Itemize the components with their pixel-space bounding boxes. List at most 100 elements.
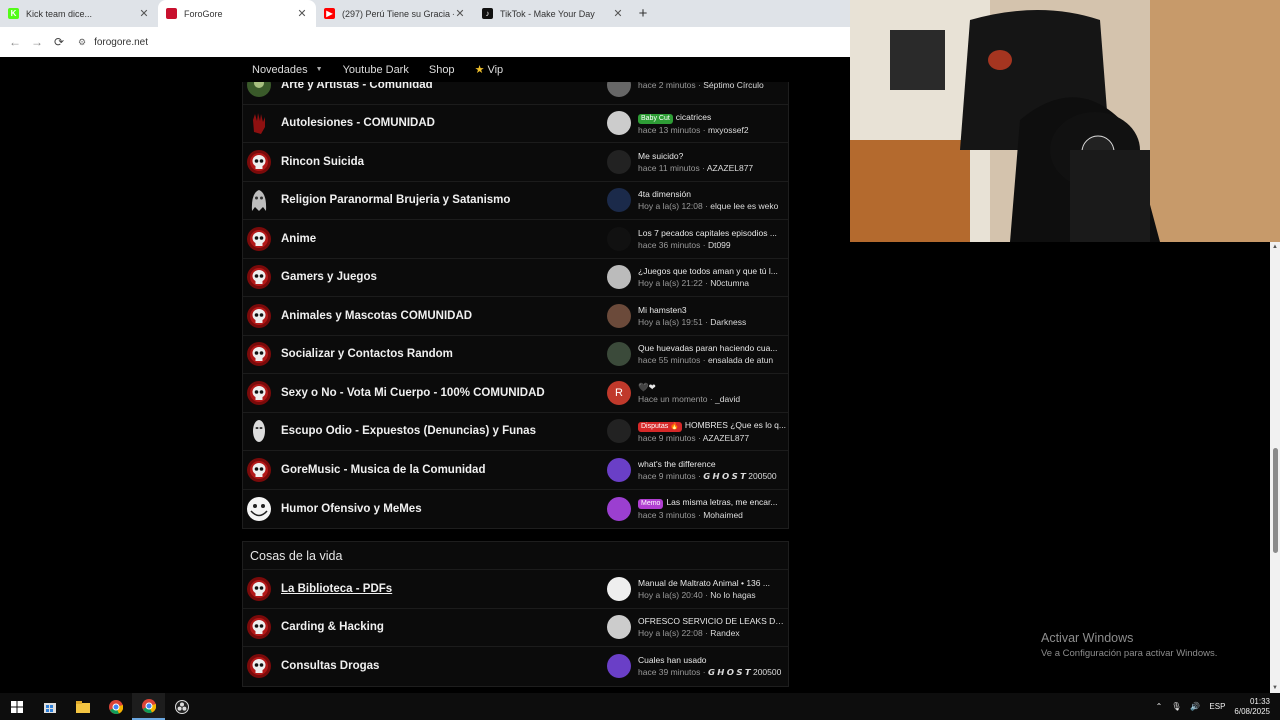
obs-button[interactable] [165, 693, 198, 720]
tab-close-icon[interactable]: ✕ [454, 7, 466, 20]
last-post-title[interactable]: Mi hamsten3 [638, 304, 786, 316]
last-post-user[interactable]: AZAZEL877 [703, 433, 749, 443]
last-post-title[interactable]: 🖤❤ [638, 381, 786, 393]
last-post-time: Hoy a la(s) 22:08 [638, 628, 703, 639]
microphone-icon[interactable]: 🎙 [1171, 702, 1181, 711]
scroll-down-icon[interactable]: ▼ [1272, 685, 1278, 691]
forum-name-link[interactable]: Escupo Odio - Expuestos (Denuncias) y Fu… [281, 425, 601, 437]
last-post-user[interactable]: 𝙂 𝙃 𝙊 𝙎 𝙏 200500 [703, 471, 776, 481]
forum-name-link[interactable]: Religion Paranormal Brujeria y Satanismo [281, 194, 601, 206]
last-post-user[interactable]: ensalada de atun [708, 355, 773, 365]
forum-name-link[interactable]: Socializar y Contactos Random [281, 348, 601, 360]
last-post-user[interactable]: AZAZEL877 [707, 163, 753, 173]
browser-tab[interactable]: ForoGore ✕ [158, 0, 316, 27]
tab-close-icon[interactable]: ✕ [296, 7, 308, 20]
forum-name-link[interactable]: Anime [281, 233, 601, 245]
last-post-title[interactable]: ¿Juegos que todos aman y que tú l... [638, 265, 786, 277]
user-avatar[interactable] [607, 82, 631, 97]
back-icon[interactable]: ← [4, 35, 26, 49]
nav-vip[interactable]: ★ Vip [475, 63, 504, 77]
forum-name-link[interactable]: Arte y Artistas - Comunidad [281, 82, 601, 91]
last-post-title[interactable]: Me suicido? [638, 150, 786, 162]
last-post-user[interactable]: Séptimo Círculo [703, 82, 763, 90]
last-post-title[interactable]: Que huevadas paran haciendo cua... [638, 342, 786, 354]
forum-name-link[interactable]: Consultas Drogas [281, 660, 601, 672]
last-post-title-text: ¿Juegos que todos aman y que tú l... [638, 266, 778, 277]
user-avatar[interactable] [607, 149, 631, 174]
last-post-meta: hace 36 minutos · Dt099 [638, 239, 786, 251]
url-field[interactable]: ⚙ forogore.net [78, 37, 148, 48]
start-button[interactable] [0, 693, 33, 720]
browser-tab[interactable]: ▶ (297) Perú Tiene su Gracia - Lui✕ [316, 0, 474, 27]
last-post-user[interactable]: N0ctumna [710, 278, 749, 288]
user-avatar[interactable] [607, 188, 631, 213]
last-post-title[interactable]: Memo Las misma letras, me encar... [638, 496, 786, 510]
nav-shop[interactable]: Shop [429, 64, 455, 76]
user-avatar[interactable] [607, 265, 631, 290]
scroll-up-icon[interactable]: ▲ [1272, 244, 1278, 250]
last-post-user[interactable]: elque lee es weko [710, 201, 778, 211]
clock[interactable]: 01:33 6/08/2025 [1234, 697, 1270, 717]
last-post-user[interactable]: _david [715, 394, 740, 404]
tray-expand-icon[interactable]: ⌃ [1156, 702, 1163, 711]
last-post-title[interactable]: Manual de Maltrato Animal • 136 ... [638, 577, 786, 589]
last-post-user[interactable]: mxyossef2 [708, 125, 749, 135]
last-post-title[interactable]: Baby Cut cicatrices [638, 111, 786, 124]
last-post-user[interactable]: Randex [710, 628, 739, 638]
last-post-user[interactable]: Mohaimed [703, 510, 743, 520]
tab-favicon-icon: ♪ [482, 8, 493, 19]
last-post-title[interactable]: OFRESCO SERVICIO DE LEAKS DE ... [638, 615, 786, 627]
tab-title: (297) Perú Tiene su Gracia - Lui [342, 8, 454, 19]
chrome-button[interactable] [99, 693, 132, 720]
last-post: hace 2 minutos · Séptimo Círculo [607, 82, 786, 104]
browser-tab[interactable]: K Kick team dice... ✕ [0, 0, 158, 27]
last-post-title[interactable]: Los 7 pecados capitales episodios ... [638, 227, 786, 239]
nav-youtube-dark[interactable]: Youtube Dark [343, 64, 409, 76]
language-indicator[interactable]: ESP [1209, 702, 1225, 711]
new-tab-button[interactable]: + [632, 0, 654, 27]
forum-name-link[interactable]: Autolesiones - COMUNIDAD [281, 117, 601, 129]
nav-novedades[interactable]: Novedades ▼ [252, 64, 323, 76]
user-avatar[interactable]: R [607, 380, 631, 405]
forum-name-link[interactable]: Sexy o No - Vota Mi Cuerpo - 100% COMUNI… [281, 387, 601, 399]
site-info-icon[interactable]: ⚙ [78, 37, 86, 48]
forum-name-link[interactable]: Gamers y Juegos [281, 271, 601, 283]
forward-icon[interactable]: → [26, 35, 48, 49]
forum-name-link[interactable]: Humor Ofensivo y MeMes [281, 503, 601, 515]
user-avatar[interactable] [607, 303, 631, 328]
volume-icon[interactable]: 🔊 [1190, 702, 1200, 711]
page-scrollbar[interactable]: ▲ ▼ [1270, 242, 1280, 693]
forum-name-link[interactable]: Animales y Mascotas COMUNIDAD [281, 310, 601, 322]
file-explorer-button[interactable] [66, 693, 99, 720]
forum-name-link[interactable]: Carding & Hacking [281, 621, 601, 633]
forum-name-link[interactable]: La Biblioteca - PDFs [281, 583, 601, 595]
last-post-user[interactable]: No lo hagas [710, 590, 755, 600]
browser-tab[interactable]: ♪ TikTok - Make Your Day ✕ [474, 0, 632, 27]
user-avatar[interactable] [607, 111, 631, 136]
user-avatar[interactable] [607, 342, 631, 367]
store-app-button[interactable] [33, 693, 66, 720]
last-post-title[interactable]: what's the difference [638, 458, 786, 470]
last-post-title[interactable]: Disputas 🔥 HOMBRES ¿Que es lo q... [638, 419, 786, 432]
tab-close-icon[interactable]: ✕ [138, 7, 150, 20]
tab-close-icon[interactable]: ✕ [612, 7, 624, 20]
last-post-user[interactable]: 𝙂 𝙃 𝙊 𝙎 𝙏 200500 [708, 667, 781, 677]
last-post-meta: Hoy a la(s) 21:22 · N0ctumna [638, 277, 786, 289]
last-post-user[interactable]: Darkness [710, 317, 746, 327]
last-post: 4ta dimensión Hoy a la(s) 12:08 · elque l… [607, 182, 786, 220]
user-avatar[interactable] [607, 419, 631, 444]
chrome-active-button[interactable] [132, 693, 165, 720]
user-avatar[interactable] [607, 226, 631, 251]
user-avatar[interactable] [607, 615, 631, 640]
user-avatar[interactable] [607, 457, 631, 482]
scrollbar-thumb[interactable] [1273, 448, 1278, 553]
last-post-title[interactable]: Cuales han usado [638, 654, 786, 666]
user-avatar[interactable] [607, 496, 631, 521]
last-post-user[interactable]: Dt099 [708, 240, 731, 250]
last-post-title[interactable]: 4ta dimensión [638, 188, 786, 200]
reload-icon[interactable]: ⟳ [48, 35, 70, 49]
forum-name-link[interactable]: Rincon Suicida [281, 156, 601, 168]
user-avatar[interactable] [607, 654, 631, 679]
forum-name-link[interactable]: GoreMusic - Musica de la Comunidad [281, 464, 601, 476]
user-avatar[interactable] [607, 576, 631, 601]
